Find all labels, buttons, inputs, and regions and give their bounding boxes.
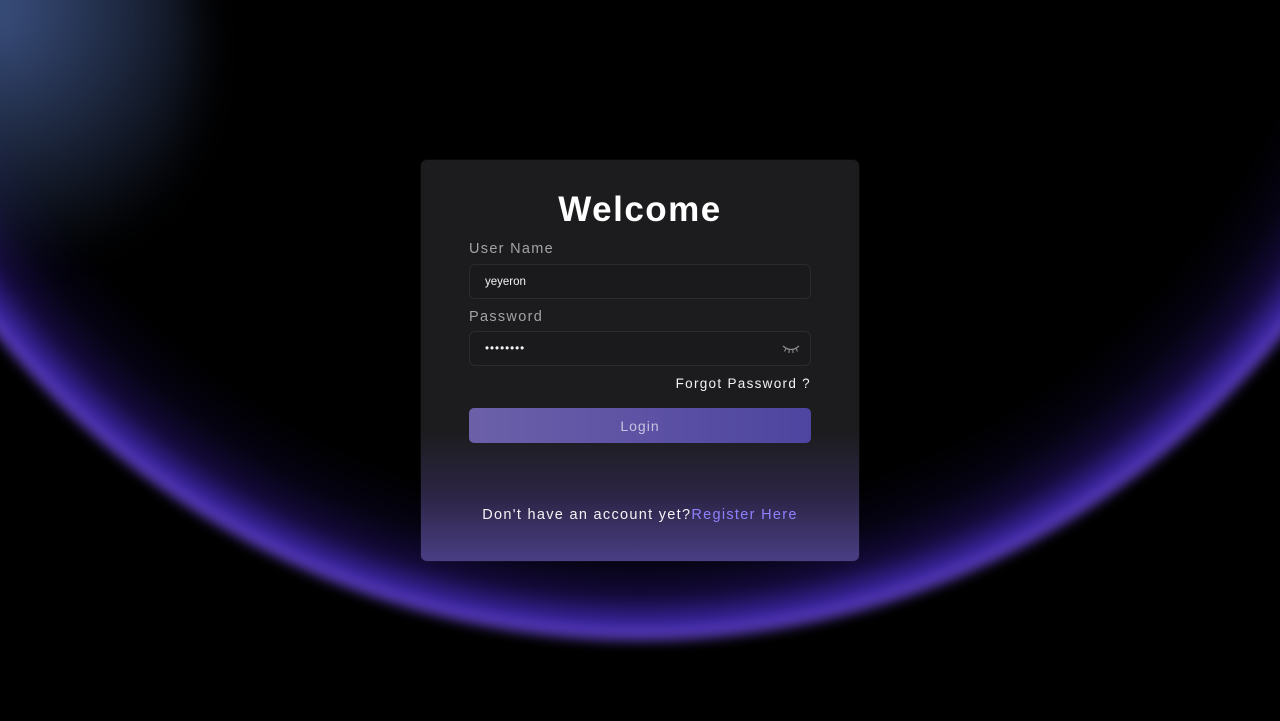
forgot-password-link[interactable]: Forgot Password ? bbox=[676, 376, 811, 391]
eye-closed-icon[interactable] bbox=[782, 342, 800, 354]
username-input[interactable] bbox=[469, 264, 811, 299]
login-card: Welcome User Name Password Forgot Passwo… bbox=[421, 160, 859, 561]
username-label: User Name bbox=[469, 241, 555, 257]
login-button[interactable]: Login bbox=[469, 408, 811, 443]
page-title: Welcome bbox=[558, 190, 722, 229]
login-screen: Welcome User Name Password Forgot Passwo… bbox=[0, 0, 1280, 721]
register-link[interactable]: Register Here bbox=[691, 507, 797, 523]
register-prompt: Don't have an account yet?Register Here bbox=[421, 507, 859, 523]
password-label: Password bbox=[469, 309, 544, 325]
password-input[interactable] bbox=[469, 331, 811, 366]
register-prompt-text: Don't have an account yet? bbox=[482, 507, 692, 523]
